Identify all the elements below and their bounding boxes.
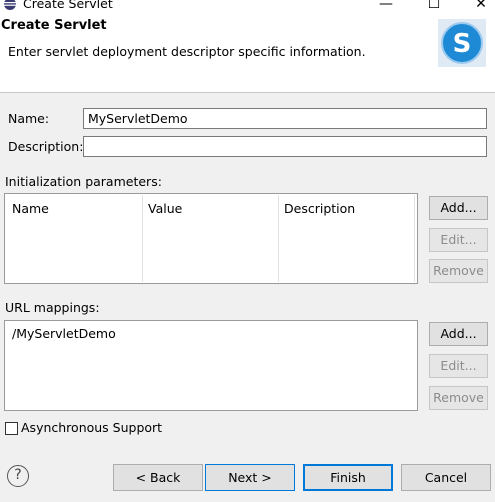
window-title: Create Servlet bbox=[23, 0, 113, 11]
minimize-icon[interactable]: — bbox=[376, 0, 396, 12]
logo-letter: S bbox=[453, 29, 472, 59]
help-icon[interactable]: ? bbox=[7, 465, 29, 487]
init-params-table[interactable]: Name Value Description bbox=[4, 193, 418, 284]
description-label: Description: bbox=[8, 139, 84, 154]
banner-title: Create Servlet bbox=[1, 18, 107, 33]
column-header-name[interactable]: Name bbox=[12, 201, 49, 216]
column-header-description[interactable]: Description bbox=[284, 201, 355, 216]
init-remove-button[interactable]: Remove bbox=[429, 259, 488, 283]
url-edit-button[interactable]: Edit... bbox=[429, 354, 488, 378]
servlet-logo-icon: S bbox=[438, 19, 486, 67]
eclipse-app-icon bbox=[4, 0, 16, 10]
url-add-button[interactable]: Add... bbox=[429, 322, 488, 346]
back-button[interactable]: < Back bbox=[113, 464, 203, 491]
init-params-label: Initialization parameters: bbox=[5, 174, 162, 189]
maximize-icon[interactable]: ☐ bbox=[424, 0, 444, 12]
url-remove-button[interactable]: Remove bbox=[429, 386, 488, 410]
async-support-checkbox[interactable] bbox=[5, 422, 18, 435]
async-support-label: Asynchronous Support bbox=[21, 420, 163, 435]
column-separator bbox=[142, 195, 143, 282]
close-icon[interactable]: ✕ bbox=[471, 0, 491, 12]
name-label: Name: bbox=[8, 111, 50, 126]
name-input[interactable]: MyServletDemo bbox=[83, 108, 487, 129]
finish-button[interactable]: Finish bbox=[303, 464, 393, 491]
column-header-value[interactable]: Value bbox=[148, 201, 182, 216]
cancel-button[interactable]: Cancel bbox=[401, 464, 491, 491]
column-separator bbox=[278, 195, 279, 282]
description-input[interactable] bbox=[83, 136, 487, 157]
init-edit-button[interactable]: Edit... bbox=[429, 228, 488, 252]
banner-description: Enter servlet deployment descriptor spec… bbox=[8, 44, 366, 59]
init-add-button[interactable]: Add... bbox=[429, 196, 488, 220]
url-mappings-list[interactable]: /MyServletDemo bbox=[4, 320, 418, 411]
list-item[interactable]: /MyServletDemo bbox=[12, 326, 116, 341]
url-mappings-label: URL mappings: bbox=[5, 300, 100, 315]
next-button[interactable]: Next > bbox=[205, 464, 295, 491]
column-separator bbox=[414, 195, 415, 282]
